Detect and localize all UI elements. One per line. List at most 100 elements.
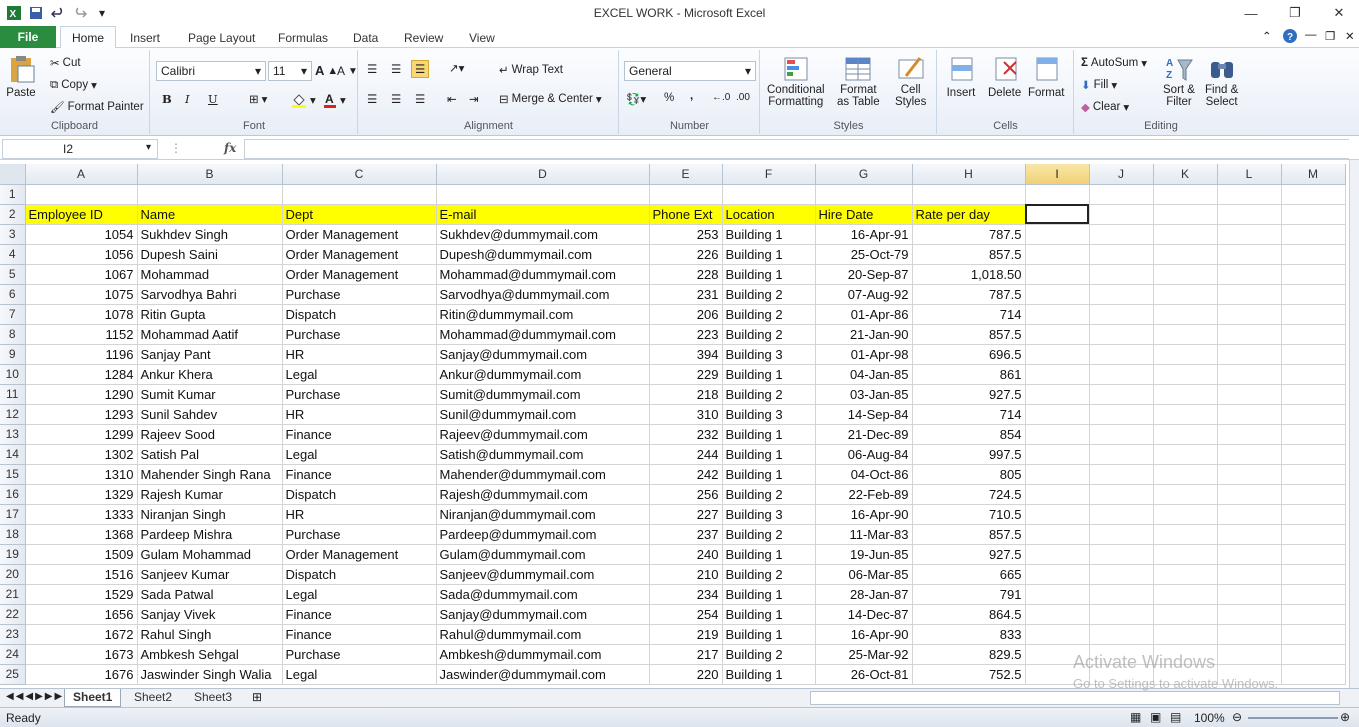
cell[interactable]	[1153, 384, 1218, 405]
cell[interactable]: 394	[649, 344, 723, 365]
cell[interactable]	[1281, 444, 1346, 465]
cell[interactable]: 244	[649, 444, 723, 465]
cell[interactable]	[1089, 604, 1154, 625]
cell[interactable]: 228	[649, 264, 723, 285]
column-header-e[interactable]: E	[649, 164, 723, 185]
cell[interactable]: Order Management	[282, 544, 437, 565]
cell[interactable]	[1025, 444, 1090, 465]
row-header[interactable]: 9	[0, 344, 26, 365]
cell[interactable]	[1153, 484, 1218, 505]
cell[interactable]: 206	[649, 304, 723, 325]
tab-file[interactable]: File	[0, 26, 56, 48]
shrink-font-button[interactable]: A ▼	[337, 64, 358, 78]
header-cell[interactable]: Dept	[282, 204, 437, 225]
cell[interactable]	[1281, 324, 1346, 345]
cell[interactable]: Building 2	[722, 284, 816, 305]
formula-input[interactable]	[244, 139, 1349, 159]
cell[interactable]: 01-Apr-98	[815, 344, 913, 365]
cell[interactable]	[1153, 504, 1218, 525]
cell[interactable]: Rahul@dummymail.com	[436, 624, 650, 645]
row-header[interactable]: 23	[0, 624, 26, 645]
cell[interactable]: Building 1	[722, 224, 816, 245]
insert-cells-button[interactable]: Insert	[946, 54, 976, 99]
select-all-corner[interactable]	[0, 164, 26, 185]
cell[interactable]: Building 2	[722, 384, 816, 405]
sheet-table[interactable]: A B C D E F G H I J K L M 1 2 Employee ID Name Dept E-mail…	[0, 164, 1346, 685]
header-cell[interactable]: Hire Date	[815, 204, 913, 225]
row-header[interactable]: 11	[0, 384, 26, 405]
column-header-k[interactable]: K	[1153, 164, 1218, 185]
paste-button[interactable]: Paste	[6, 54, 36, 99]
cell[interactable]: Building 2	[722, 324, 816, 345]
cell[interactable]: 25-Mar-92	[815, 644, 913, 665]
cell[interactable]: Building 1	[722, 544, 816, 565]
percent-button[interactable]: %	[664, 92, 674, 104]
customize-qat-icon[interactable]: ▾	[94, 5, 110, 21]
cell[interactable]: 231	[649, 284, 723, 305]
cell[interactable]: 1054	[25, 224, 138, 245]
cell[interactable]	[1089, 584, 1154, 605]
increase-decimal-icon[interactable]: ←.0	[712, 92, 730, 103]
cell[interactable]	[1217, 584, 1282, 605]
row-header[interactable]: 18	[0, 524, 26, 545]
cell[interactable]: Ankur Khera	[137, 364, 283, 385]
header-cell[interactable]	[1025, 204, 1090, 225]
cell[interactable]: Building 1	[722, 604, 816, 625]
cell[interactable]: Pardeep Mishra	[137, 524, 283, 545]
cell[interactable]: Jaswinder Singh Walia	[137, 664, 283, 685]
cell[interactable]: Sukhdev Singh	[137, 224, 283, 245]
cell[interactable]	[1153, 584, 1218, 605]
redo-icon[interactable]	[72, 5, 88, 21]
column-header-i[interactable]: I	[1025, 164, 1090, 185]
cell[interactable]: 1516	[25, 564, 138, 585]
tab-review[interactable]: Review	[396, 29, 451, 48]
cell[interactable]: 21-Jan-90	[815, 324, 913, 345]
format-cells-button[interactable]: Format	[1028, 54, 1064, 99]
cell[interactable]: Mohammad@dummymail.com	[436, 324, 650, 345]
cell[interactable]: 1333	[25, 504, 138, 525]
cell[interactable]: Finance	[282, 464, 437, 485]
cell[interactable]	[1025, 624, 1090, 645]
ribbon-minimize-icon[interactable]: —	[1305, 29, 1317, 41]
header-cell[interactable]: Name	[137, 204, 283, 225]
cell[interactable]	[815, 184, 913, 205]
cell[interactable]: Rajesh@dummymail.com	[436, 484, 650, 505]
cell[interactable]: Sumit Kumar	[137, 384, 283, 405]
header-cell[interactable]: Employee ID	[25, 204, 138, 225]
cell[interactable]: Building 1	[722, 444, 816, 465]
cell[interactable]: 1299	[25, 424, 138, 445]
cell[interactable]: 14-Sep-84	[815, 404, 913, 425]
cell[interactable]: 210	[649, 564, 723, 585]
cell[interactable]	[1217, 184, 1282, 205]
cell[interactable]	[1281, 284, 1346, 305]
cell[interactable]: Purchase	[282, 284, 437, 305]
undo-icon[interactable]	[50, 5, 66, 21]
cell[interactable]	[1281, 524, 1346, 545]
cell[interactable]: Purchase	[282, 384, 437, 405]
cell[interactable]: HR	[282, 344, 437, 365]
cell[interactable]	[1025, 344, 1090, 365]
cell[interactable]	[1153, 404, 1218, 425]
page-layout-view-icon[interactable]: ▣	[1150, 710, 1161, 724]
cell[interactable]: Mohammad	[137, 264, 283, 285]
vertical-scrollbar[interactable]	[1349, 160, 1359, 688]
cell[interactable]	[1281, 304, 1346, 325]
cell[interactable]: 223	[649, 324, 723, 345]
cell[interactable]: 1673	[25, 644, 138, 665]
cell[interactable]	[1089, 404, 1154, 425]
cell[interactable]: 927.5	[912, 384, 1026, 405]
cell[interactable]	[1025, 264, 1090, 285]
cell[interactable]: 696.5	[912, 344, 1026, 365]
font-name-select[interactable]: Calibri ▾	[156, 61, 266, 81]
cell[interactable]	[1217, 504, 1282, 525]
cell[interactable]: 857.5	[912, 244, 1026, 265]
cell[interactable]	[1217, 224, 1282, 245]
row-header[interactable]: 21	[0, 584, 26, 605]
cell[interactable]: Building 3	[722, 504, 816, 525]
cell[interactable]	[1089, 244, 1154, 265]
cell[interactable]	[1281, 644, 1346, 665]
restore-button[interactable]: ❐	[1272, 0, 1318, 26]
cell[interactable]	[1153, 324, 1218, 345]
cell[interactable]	[1025, 664, 1090, 685]
cell[interactable]	[1217, 324, 1282, 345]
